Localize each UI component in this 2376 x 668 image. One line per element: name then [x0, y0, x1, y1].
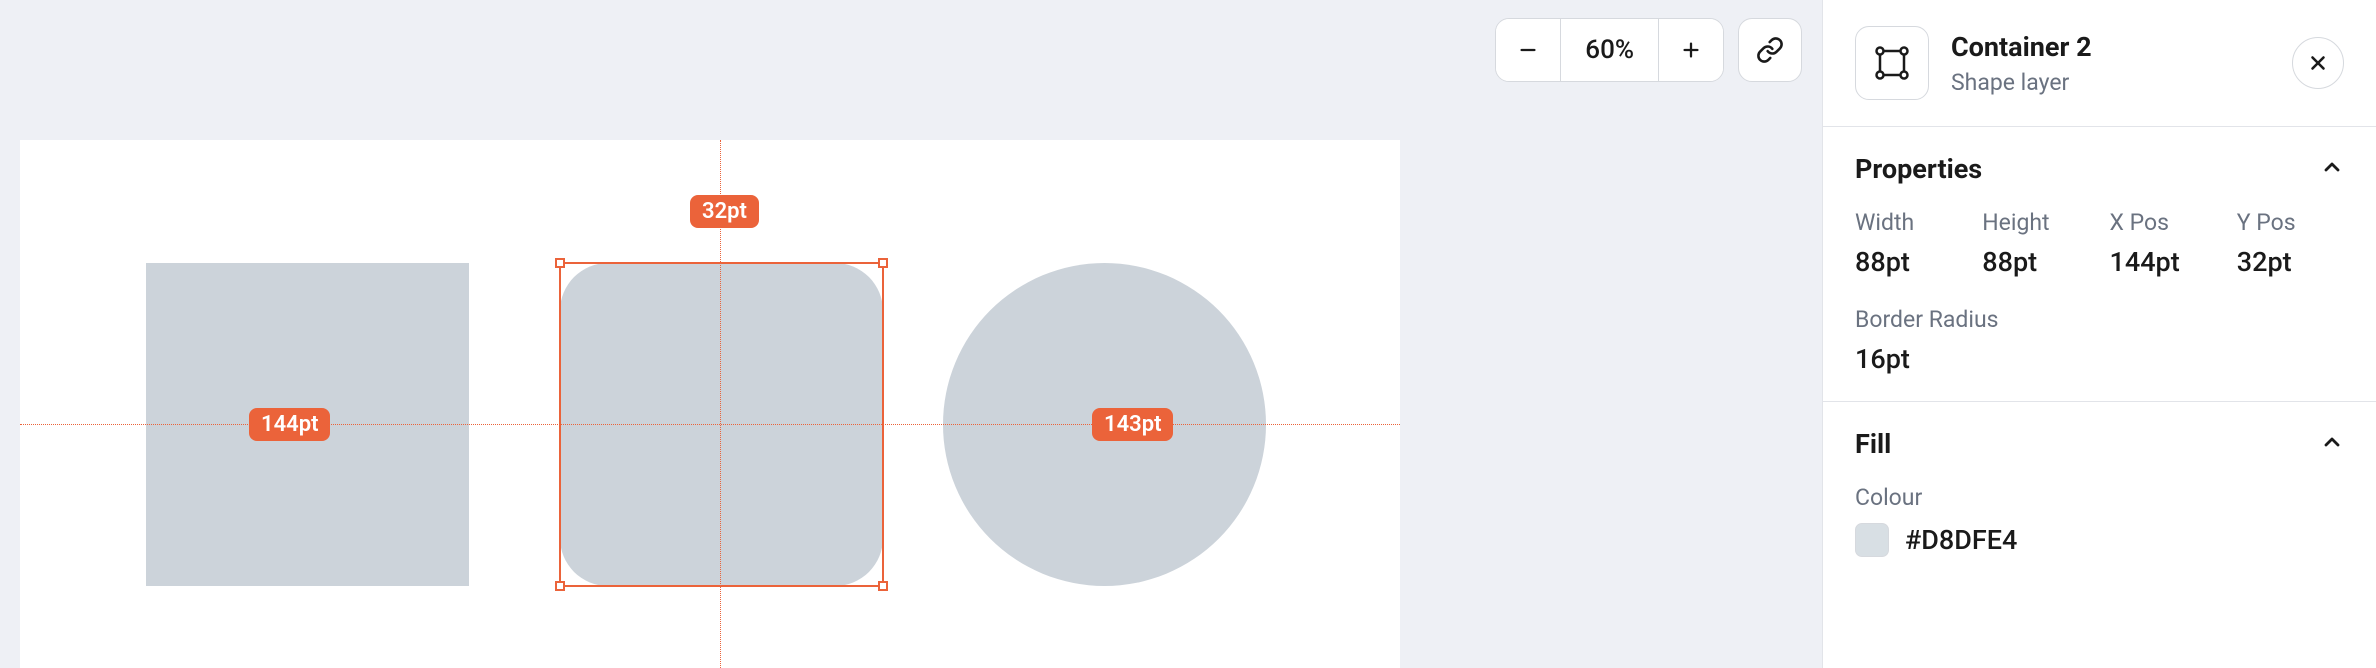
inspector-header: Container 2 Shape layer: [1823, 0, 2376, 126]
layer-info: Container 2 Shape layer: [1951, 31, 2270, 96]
property-value: 88pt: [1982, 246, 2089, 278]
colour-value-row: #D8DFE4: [1855, 523, 2344, 557]
close-icon: [2307, 52, 2329, 74]
property-label: Border Radius: [1855, 306, 2344, 333]
zoom-out-button[interactable]: [1496, 19, 1560, 81]
property-value: 16pt: [1855, 343, 2344, 375]
resize-handle-tl[interactable]: [555, 258, 565, 268]
property-ypos[interactable]: Y Pos 32pt: [2237, 209, 2344, 278]
measurement-left: 144pt: [249, 408, 330, 441]
zoom-control: 60%: [1495, 18, 1724, 82]
minus-icon: [1517, 39, 1539, 61]
layer-icon-box: [1855, 26, 1929, 100]
property-border-radius[interactable]: Border Radius 16pt: [1855, 306, 2344, 375]
measurement-right: 143pt: [1092, 408, 1173, 441]
collapse-toggle[interactable]: [2320, 155, 2344, 183]
resize-handle-br[interactable]: [878, 581, 888, 591]
property-value: 144pt: [2110, 246, 2217, 278]
color-hex: #D8DFE4: [1905, 524, 2017, 556]
property-label: Height: [1982, 209, 2089, 236]
resize-handle-bl[interactable]: [555, 581, 565, 591]
section-header[interactable]: Fill: [1855, 428, 2344, 460]
property-label: X Pos: [2110, 209, 2217, 236]
fill-colour[interactable]: Colour #D8DFE4: [1855, 484, 2344, 557]
guide-horizontal: [20, 424, 1400, 425]
inspector-panel: Container 2 Shape layer Properties Width…: [1822, 0, 2376, 668]
plus-icon: [1680, 39, 1702, 61]
link-icon: [1756, 36, 1784, 64]
colour-label: Colour: [1855, 484, 2344, 511]
fill-section: Fill Colour #D8DFE4: [1823, 402, 2376, 583]
layer-title: Container 2: [1951, 31, 2270, 63]
close-button[interactable]: [2292, 37, 2344, 89]
resize-handle-tr[interactable]: [878, 258, 888, 268]
collapse-toggle[interactable]: [2320, 430, 2344, 458]
measurement-top: 32pt: [690, 195, 759, 228]
link-button[interactable]: [1738, 18, 1802, 82]
property-height[interactable]: Height 88pt: [1982, 209, 2089, 278]
canvas-toolbar: 60%: [1495, 18, 1802, 82]
property-label: Y Pos: [2237, 209, 2344, 236]
section-title: Fill: [1855, 428, 1891, 460]
property-value: 32pt: [2237, 246, 2344, 278]
artboard[interactable]: 32pt 144pt 143pt: [20, 140, 1400, 668]
property-value: 88pt: [1855, 246, 1962, 278]
shape-layer-icon: [1872, 43, 1912, 83]
property-grid: Width 88pt Height 88pt X Pos 144pt Y Pos…: [1855, 209, 2344, 278]
section-title: Properties: [1855, 153, 1982, 185]
zoom-in-button[interactable]: [1659, 19, 1723, 81]
properties-section: Properties Width 88pt Height 88pt X Pos …: [1823, 127, 2376, 401]
chevron-up-icon: [2320, 430, 2344, 454]
canvas-area[interactable]: 60% 32pt 144pt 143pt: [0, 0, 1822, 668]
layer-type: Shape layer: [1951, 69, 2270, 96]
property-label: Width: [1855, 209, 1962, 236]
property-xpos[interactable]: X Pos 144pt: [2110, 209, 2217, 278]
color-swatch[interactable]: [1855, 523, 1889, 557]
chevron-up-icon: [2320, 155, 2344, 179]
section-header[interactable]: Properties: [1855, 153, 2344, 185]
property-width[interactable]: Width 88pt: [1855, 209, 1962, 278]
zoom-level[interactable]: 60%: [1561, 35, 1658, 65]
